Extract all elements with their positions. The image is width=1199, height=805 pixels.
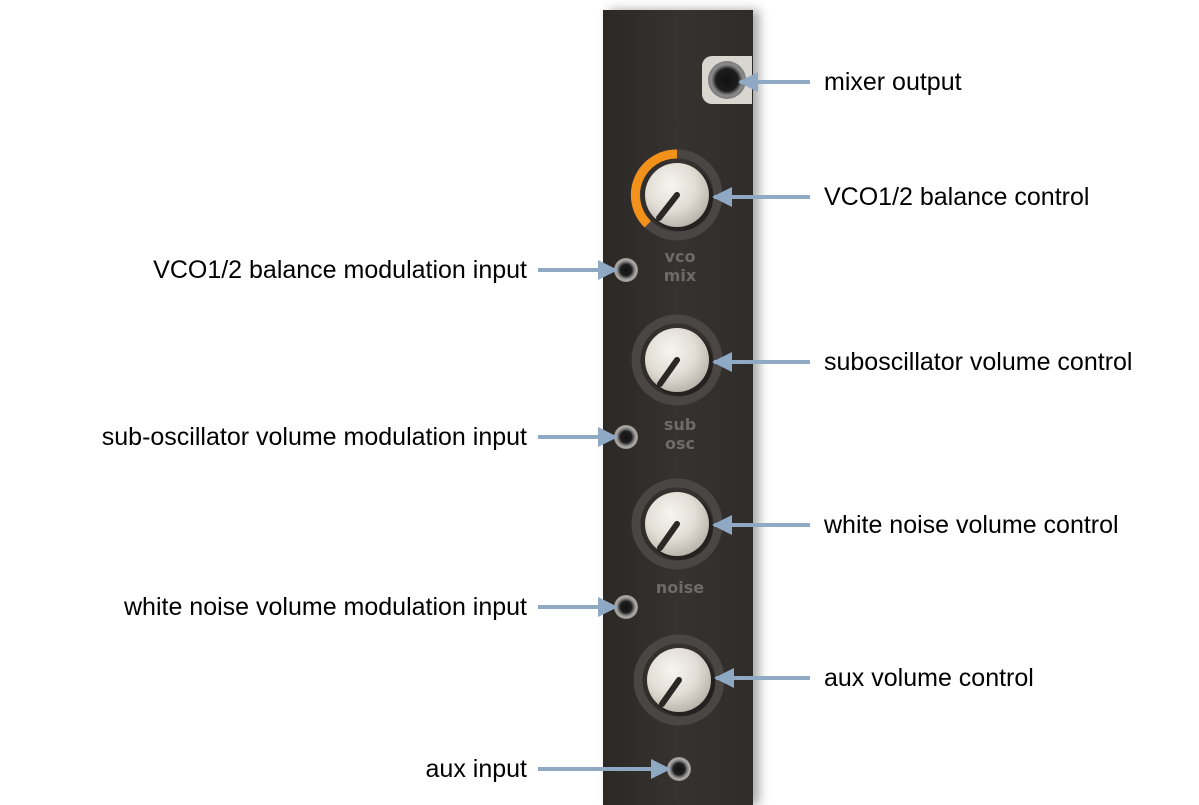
annotation-suboscillator-volume-mod-input: sub-oscillator volume modulation input — [101, 423, 527, 451]
annotation-mixer-output: mixer output — [824, 68, 962, 96]
vco-mix-knob[interactable] — [630, 149, 723, 241]
noise-knob[interactable] — [631, 478, 723, 570]
annotation-aux-input: aux input — [425, 755, 527, 783]
annotation-white-noise-volume-mod-input: white noise volume modulation input — [123, 593, 527, 621]
annotation-white-noise-volume-control: white noise volume control — [824, 511, 1119, 539]
aux-knob[interactable] — [633, 634, 725, 726]
annotation-aux-volume-control: aux volume control — [824, 664, 1034, 692]
annotation-vco-balance-control: VCO1/2 balance control — [824, 183, 1090, 211]
annotation-suboscillator-volume-control: suboscillator volume control — [824, 348, 1133, 376]
annotation-vco-balance-mod-input: VCO1/2 balance modulation input — [153, 256, 527, 284]
sub-osc-knob[interactable] — [631, 314, 723, 406]
